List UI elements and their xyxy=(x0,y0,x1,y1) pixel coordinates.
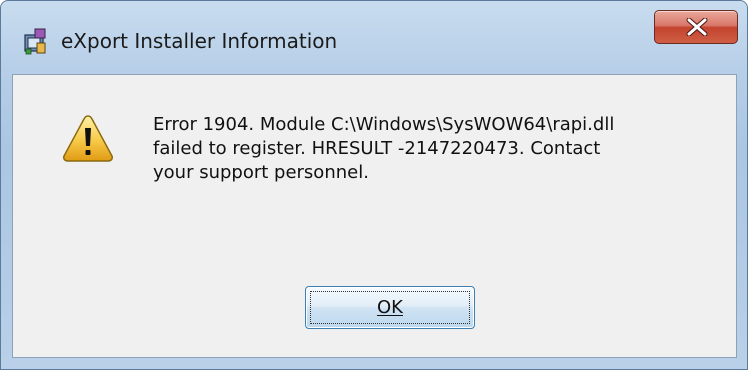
dialog-window: eXport Installer Information Error 1904.… xyxy=(0,0,748,370)
window-title: eXport Installer Information xyxy=(61,29,338,53)
title-bar[interactable]: eXport Installer Information xyxy=(1,1,747,67)
close-button[interactable] xyxy=(654,10,738,44)
ok-button-label: OK xyxy=(377,297,403,318)
warning-icon xyxy=(61,113,115,163)
error-message: Error 1904. Module C:\Windows\SysWOW64\r… xyxy=(153,113,713,185)
message-line: failed to register. HRESULT -2147220473.… xyxy=(153,138,601,159)
installer-icon xyxy=(23,27,49,55)
close-icon xyxy=(686,18,708,36)
message-line: Error 1904. Module C:\Windows\SysWOW64\r… xyxy=(153,114,615,135)
ok-button[interactable]: OK xyxy=(305,286,475,329)
dialog-content: Error 1904. Module C:\Windows\SysWOW64\r… xyxy=(12,74,737,358)
message-line: your support personnel. xyxy=(153,162,369,183)
